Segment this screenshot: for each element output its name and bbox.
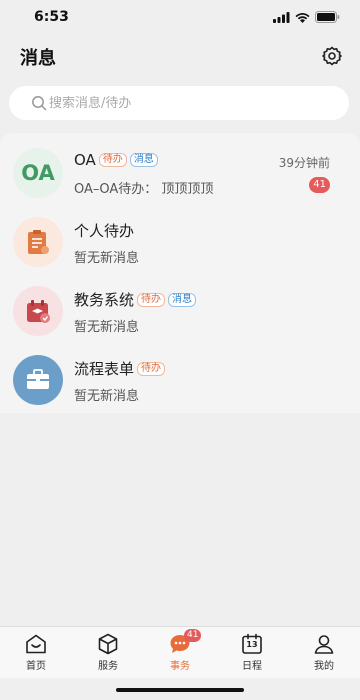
personal-todo-icon	[13, 217, 63, 267]
message-item-academic-system[interactable]: 教务系统 待办 消息 暂无新消息	[0, 276, 360, 344]
tab-label: 服务	[98, 661, 118, 672]
tab-affairs[interactable]: 41 事务	[144, 627, 216, 678]
item-time: 39分钟前	[278, 156, 330, 170]
item-subtitle: 暂无新消息	[74, 389, 140, 404]
item-subtitle: 暂无新消息	[74, 251, 140, 266]
oa-logo-icon: OA	[13, 148, 63, 198]
item-title: OA	[74, 151, 96, 169]
item-title-row: 个人待办	[74, 220, 134, 241]
tag-message: 消息	[129, 153, 158, 167]
tab-home[interactable]: 首页	[0, 627, 72, 678]
item-title-row: OA 待办 消息	[74, 151, 158, 169]
tab-service[interactable]: 服务	[72, 627, 144, 678]
search-input[interactable]	[49, 95, 319, 111]
status-bar: 6:53	[0, 0, 360, 34]
settings-gear-icon[interactable]	[322, 46, 342, 66]
tab-label: 日程	[242, 661, 262, 672]
tab-label: 我的	[314, 661, 334, 672]
clipboard-icon	[28, 230, 49, 254]
wifi-icon	[295, 12, 310, 23]
briefcase-icon	[27, 369, 49, 389]
item-subtitle: 暂无新消息	[74, 320, 140, 335]
tab-unread-badge: 41	[184, 629, 202, 642]
workflow-briefcase-icon	[13, 355, 63, 405]
item-title: 个人待办	[74, 222, 135, 240]
page-title: 消息	[20, 48, 56, 69]
header: 消息	[0, 34, 360, 80]
item-title: 教务系统	[74, 291, 135, 309]
tab-mine[interactable]: 我的	[288, 627, 360, 678]
search-bar[interactable]	[9, 86, 349, 120]
tag-todo: 待办	[137, 361, 166, 376]
message-item-personal-todo[interactable]: 个人待办 暂无新消息	[0, 207, 360, 275]
signal-icon	[273, 11, 290, 23]
item-title-row: 流程表单 待办	[74, 358, 166, 379]
cube-icon	[98, 633, 118, 655]
status-icons	[273, 11, 340, 23]
battery-icon	[315, 11, 340, 23]
academic-system-icon	[13, 286, 63, 336]
tab-schedule[interactable]: 13 日程	[216, 627, 288, 678]
item-subtitle: OA–OA待办： 顶顶顶顶	[74, 182, 214, 197]
tag-todo: 待办	[98, 153, 127, 167]
status-time: 6:53	[34, 9, 69, 25]
message-item-oa[interactable]: OA OA 待办 消息 OA–OA待办： 顶顶顶顶 39分钟前 41	[0, 138, 360, 206]
calendar-cap-icon	[27, 300, 50, 323]
unread-badge: 41	[309, 177, 330, 193]
home-indicator	[116, 688, 244, 692]
calendar-day: 13	[246, 640, 258, 649]
home-icon	[26, 634, 46, 654]
search-icon	[32, 96, 47, 111]
user-icon	[314, 635, 334, 654]
item-title-row: 教务系统 待办 消息	[74, 289, 197, 310]
tab-label: 首页	[26, 661, 46, 672]
tab-label: 事务	[170, 661, 190, 672]
tag-message: 消息	[168, 292, 197, 307]
tag-todo: 待办	[137, 292, 166, 307]
avatar-text: OA	[21, 161, 55, 185]
tab-bar: 首页 服务 41 事务 13 日程 我的	[0, 626, 360, 678]
calendar-icon: 13	[241, 633, 263, 655]
item-title: 流程表单	[74, 360, 135, 378]
message-item-workflow-form[interactable]: 流程表单 待办 暂无新消息	[0, 345, 360, 413]
message-list: OA OA 待办 消息 OA–OA待办： 顶顶顶顶 39分钟前 41 个人待办 …	[0, 133, 360, 413]
